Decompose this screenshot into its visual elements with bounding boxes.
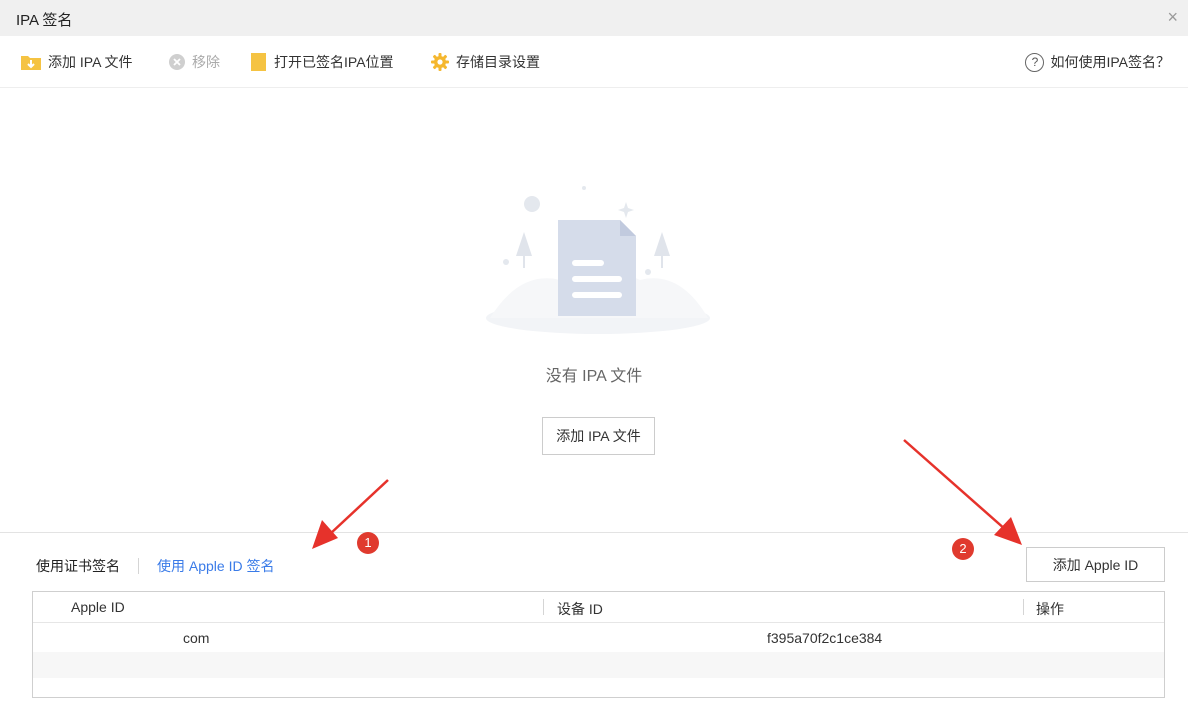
add-ipa-button[interactable]: 添加 IPA 文件 xyxy=(20,52,133,72)
folder-icon xyxy=(251,53,266,71)
column-action: 操作 xyxy=(1036,601,1064,617)
tab-apple-id-signing[interactable]: 使用 Apple ID 签名 xyxy=(157,556,274,576)
cell-device-id: f395a70f2c1ce384 xyxy=(767,630,883,646)
signing-mode-tabs: 使用证书签名 使用 Apple ID 签名 xyxy=(36,556,274,576)
close-icon[interactable]: × xyxy=(1167,7,1178,27)
storage-settings-button[interactable]: 存储目录设置 xyxy=(430,52,540,72)
remove-button[interactable]: 移除 xyxy=(168,52,220,72)
open-location-label: 打开已签名IPA位置 xyxy=(274,54,394,70)
annotation-badge-2: 2 xyxy=(952,538,974,560)
annotation-badge-1: 1 xyxy=(357,532,379,554)
title-bar: IPA 签名 × xyxy=(0,0,1188,36)
gear-icon xyxy=(431,53,449,71)
empty-file-illustration xyxy=(486,186,710,334)
section-divider xyxy=(0,532,1188,533)
add-apple-id-button[interactable]: 添加 Apple ID xyxy=(1026,547,1165,582)
add-ipa-label: 添加 IPA 文件 xyxy=(48,54,133,70)
empty-message: 没有 IPA 文件 xyxy=(545,368,643,385)
help-icon: ? xyxy=(1025,52,1045,72)
tab-separator xyxy=(138,558,139,574)
column-device-id: 设备 ID xyxy=(557,601,603,617)
add-ipa-center-button[interactable]: 添加 IPA 文件 xyxy=(542,417,655,455)
table-row[interactable]: com f395a70f2c1ce384 xyxy=(33,622,1164,652)
table-header: Apple ID 设备 ID 操作 xyxy=(33,592,1164,623)
open-signed-location-button[interactable]: 打开已签名IPA位置 xyxy=(250,52,394,72)
table-row-empty xyxy=(33,652,1164,678)
window-title: IPA 签名 xyxy=(16,12,73,29)
column-apple-id: Apple ID xyxy=(71,599,125,615)
tab-certificate-signing[interactable]: 使用证书签名 xyxy=(36,556,120,576)
apple-id-table: Apple ID 设备 ID 操作 com f395a70f2c1ce384 xyxy=(32,591,1165,698)
toolbar: 添加 IPA 文件 移除 打开已签名IPA位置 存储目录设置 ? 如何使用IPA… xyxy=(0,36,1188,88)
help-link[interactable]: ? 如何使用IPA签名？ xyxy=(1025,52,1170,72)
remove-label: 移除 xyxy=(192,54,220,70)
cell-apple-id: com xyxy=(183,630,210,646)
remove-icon xyxy=(169,54,185,70)
storage-settings-label: 存储目录设置 xyxy=(456,54,540,70)
column-separator xyxy=(543,599,544,615)
help-label: 如何使用IPA签名？ xyxy=(1050,54,1170,70)
folder-add-icon xyxy=(21,56,41,70)
column-separator xyxy=(1023,599,1024,615)
